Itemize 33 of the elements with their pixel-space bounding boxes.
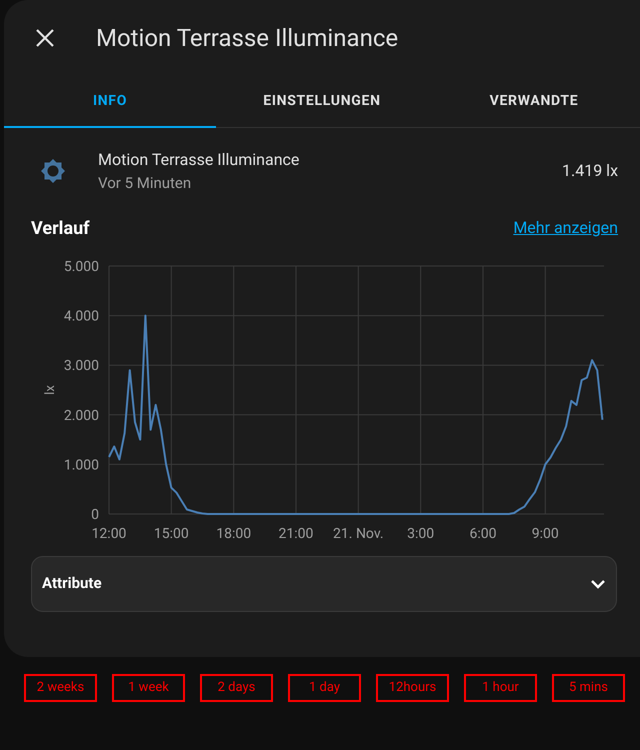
- tab[interactable]: INFO: [4, 76, 216, 128]
- range-button[interactable]: 2 weeks: [24, 674, 97, 702]
- x-tick-label: 21:00: [278, 526, 314, 542]
- y-axis-label: lx: [43, 384, 58, 394]
- x-tick-label: 6:00: [469, 526, 496, 542]
- range-button[interactable]: 1 day: [288, 674, 361, 702]
- show-more-link[interactable]: Mehr anzeigen: [513, 216, 618, 240]
- range-button[interactable]: 12hours: [376, 674, 449, 702]
- range-button[interactable]: 1 hour: [464, 674, 537, 702]
- state-value: 1.419 lx: [562, 160, 618, 182]
- y-tick-label: 2.000: [64, 407, 99, 424]
- range-button[interactable]: 2 days: [200, 674, 273, 702]
- y-tick-label: 1.000: [64, 456, 99, 473]
- range-button[interactable]: 1 week: [112, 674, 185, 702]
- entity-name: Motion Terrasse Illuminance: [98, 149, 300, 171]
- brightness-icon: [40, 158, 66, 184]
- y-tick-label: 4.000: [64, 308, 99, 324]
- tab[interactable]: EINSTELLUNGEN: [216, 76, 428, 128]
- range-button[interactable]: 5 mins: [552, 674, 625, 702]
- history-title: Verlauf: [31, 216, 90, 240]
- x-tick-label: 18:00: [216, 526, 252, 542]
- last-changed: Vor 5 Minuten: [98, 173, 192, 194]
- x-tick-label: 21. Nov.: [333, 526, 384, 542]
- x-tick-label: 3:00: [407, 526, 434, 542]
- x-tick-label: 12:00: [92, 526, 126, 542]
- x-tick-label: 9:00: [532, 526, 559, 542]
- attributes-expander[interactable]: Attribute: [31, 556, 617, 612]
- tab[interactable]: VERWANDTE: [428, 76, 640, 128]
- y-tick-label: 0: [91, 506, 99, 522]
- x-tick-label: 15:00: [154, 526, 189, 542]
- y-tick-label: 3.000: [64, 358, 99, 374]
- dialog-title: Motion Terrasse Illuminance: [96, 23, 398, 54]
- y-tick-label: 5.000: [64, 258, 99, 274]
